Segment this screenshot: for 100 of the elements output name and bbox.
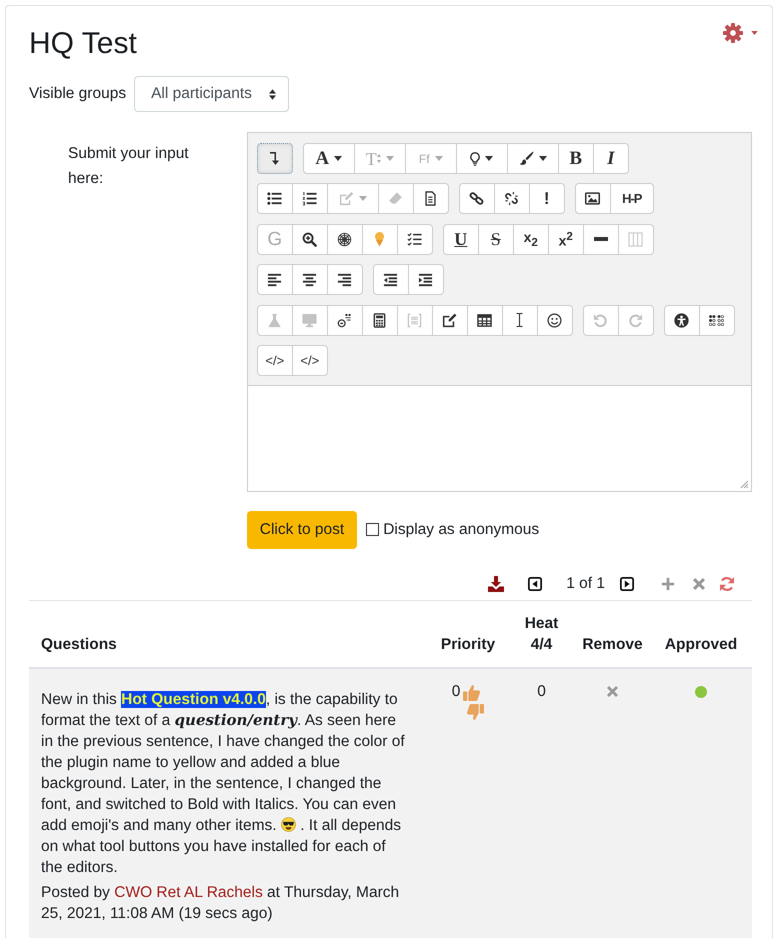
link-icon [469,191,484,206]
align-center-icon [302,272,318,288]
lightbulb-button[interactable] [456,143,508,174]
spider-web-icon [337,232,352,247]
redo-icon [628,312,644,328]
add-icon[interactable] [661,576,675,591]
pencil-box-icon [338,191,354,206]
field-label: Submit your input here: [68,144,190,189]
indent-icon [418,272,434,288]
caret-icon [485,156,494,161]
caret-icon [358,196,367,202]
page-count: 1 of 1 [566,574,605,593]
previous-page-icon[interactable] [528,576,542,591]
close-icon[interactable] [693,578,705,590]
bullet-list-button[interactable] [256,183,293,214]
column-header: Questions [40,634,118,655]
zoom-in-icon [302,232,318,247]
checkbox-label[interactable]: Display as anonymous [383,520,540,539]
web-button[interactable] [326,224,363,255]
bold-button[interactable]: B [558,143,594,174]
horizontal-rule-button[interactable] [582,224,619,255]
image-button[interactable] [574,183,611,214]
outdent-button[interactable] [372,264,409,296]
braille-button[interactable] [698,304,735,336]
align-right-icon [337,272,352,288]
align-center-button[interactable] [292,264,328,296]
accessibility-icon [674,312,690,328]
post-button[interactable]: Click to post [246,510,358,549]
edit-button[interactable] [432,304,468,336]
indent-button[interactable] [408,264,444,296]
eraser-icon [388,191,404,206]
caret-icon [751,31,758,35]
exclamation-button[interactable]: ! [528,183,565,214]
settings-icon [723,23,743,43]
dash-icon [594,237,608,242]
logo-button[interactable]: H-P [610,183,654,214]
arrow-down-icon [270,152,280,165]
heat-count: 0 [537,682,546,700]
code-button[interactable]: </> [292,344,328,376]
column-header: Remove [581,634,644,655]
unlink-button[interactable] [494,183,530,214]
table-button[interactable] [466,304,503,336]
thumbs-down-icon[interactable] [467,704,484,720]
calculator-button[interactable] [362,304,398,336]
brush-button[interactable] [506,143,559,174]
groups-select[interactable]: All participants [134,76,290,112]
next-page-icon[interactable] [620,576,634,591]
up-down-arrows-icon [376,154,381,163]
approved-dot-icon[interactable] [695,686,707,698]
formula-button[interactable] [326,304,363,336]
toolbar-toggle-button[interactable] [256,143,293,174]
refresh-icon[interactable] [719,576,735,592]
bullet-list-icon [267,191,282,206]
sort-arrows-icon [269,88,276,100]
column-header: Approved [664,634,738,655]
numbered-list-button[interactable] [292,183,328,214]
flask-icon [267,312,282,328]
superscript-button[interactable]: x$^{2}$ [548,224,584,255]
caret-icon [434,156,443,161]
zoom-button[interactable] [292,224,328,255]
text-cursor-button[interactable] [502,304,538,336]
anonymous-checkbox[interactable] [366,523,380,536]
checklist-button[interactable] [396,224,433,255]
align-left-icon [267,272,282,288]
question-text: New in this Hot Question v4.0.0, is the capability to format the text of a question/entry. As seen here in the previous sentence, I have changed the color of the plugin name to yellow and added a blue background. Later, in the sentence, I changed the font, and switched to Bold with Italics. You can even add emoji's and many other items. . It all depends on what tool buttons you have installed for each of the editors. [41,690,406,878]
subscript-button[interactable]: x$_{2}$ [512,224,549,255]
author-link[interactable]: CWO Ret AL Rachels [114,884,263,901]
italic-button[interactable]: I [592,143,629,174]
link-button[interactable] [458,183,495,214]
posted-by-text: Posted by CWO Ret AL Rachels at Thursday, March 25, 2021, 11:08 AM (19 secs ago) [41,882,400,924]
priority-count: 0 [452,682,460,702]
align-left-button[interactable] [256,264,293,296]
emoji-button[interactable] [536,304,573,336]
strikethrough-button[interactable]: S [478,224,514,255]
accessibility-button[interactable] [664,304,700,336]
resize-grip-icon[interactable] [740,480,748,488]
font-color-button[interactable]: A [302,143,355,174]
thumbs-up-icon[interactable] [463,684,480,701]
smiley-icon [547,312,562,328]
calculator-icon [372,312,388,328]
sunglasses-emoji-icon [280,816,296,832]
column-header: Priority [440,634,496,655]
code-button[interactable]: </> [256,344,293,376]
column-header: Heat 4/4 [524,614,560,655]
document-icon [425,191,436,206]
outdent-icon [383,272,398,288]
align-right-button[interactable] [326,264,363,296]
image-icon [585,191,600,206]
page-title: HQ Test [29,26,137,62]
underline-button[interactable]: U [442,224,479,255]
formula-icon [337,312,352,328]
text-cursor-icon [516,313,524,328]
field-label: Visible groups [29,85,126,103]
download-icon[interactable] [488,576,504,592]
columns-icon [628,232,644,247]
caret-icon [334,156,342,161]
caret-icon [386,156,394,161]
settings-menu-button[interactable] [723,23,758,43]
brackets-icon [407,312,422,328]
document-button[interactable] [412,183,449,214]
